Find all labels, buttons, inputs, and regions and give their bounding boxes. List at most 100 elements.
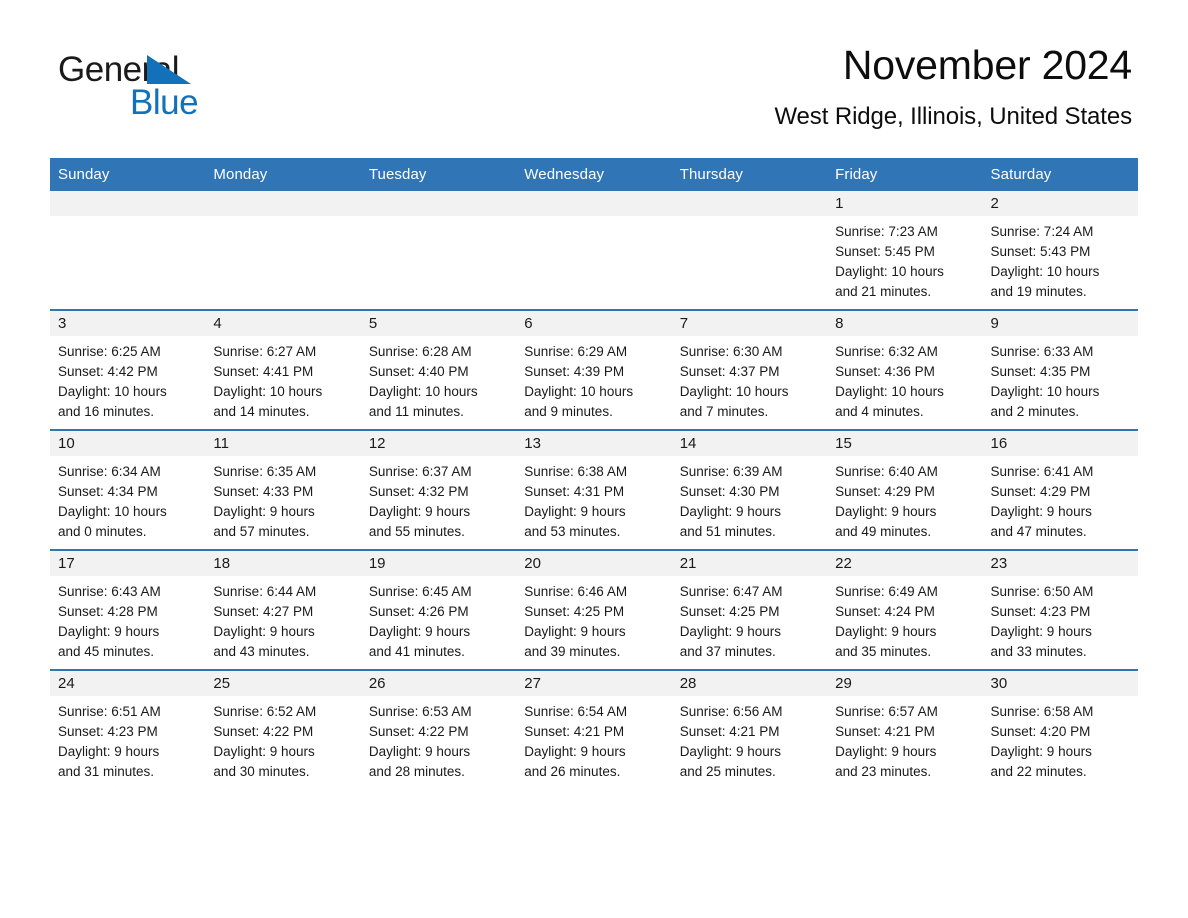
calendar-cell-day-1[interactable]: 1 Sunrise: 7:23 AM Sunset: 5:45 PM Daylight… (827, 191, 983, 310)
day-detail: Sunrise: 6:47 AM Sunset: 4:25 PM Daylight:… (672, 576, 827, 662)
sunset-text: Sunset: 4:21 PM (835, 724, 935, 739)
day-number: 17 (50, 551, 206, 576)
logo-triangle-icon (147, 55, 191, 84)
daylight-text-line2: and 9 minutes. (524, 404, 613, 419)
day-number: 1 (827, 191, 983, 216)
sunrise-text: Sunrise: 6:39 AM (679, 464, 783, 479)
daylight-text-line2: and 53 minutes. (524, 524, 621, 539)
calendar-cell-day-9[interactable]: 9 Sunrise: 6:33 AM Sunset: 4:35 PM Daylight… (982, 309, 1138, 430)
calendar-cell-day-3[interactable]: 3 Sunrise: 6:25 AM Sunset: 4:42 PM Daylight… (50, 309, 206, 430)
day-cell: 7 Sunrise: 6:30 AM Sunset: 4:37 PM Daylight… (671, 311, 828, 429)
day-cell: 26 Sunrise: 6:53 AM Sunset: 4:22 PM Dayligh… (360, 671, 517, 789)
calendar-cell-day-21[interactable]: 21 Sunrise: 6:47 AM Sunset: 4:25 PM Dayligh… (671, 549, 828, 670)
day-detail: Sunrise: 6:46 AM Sunset: 4:25 PM Daylight:… (516, 576, 671, 662)
calendar-cell-day-12[interactable]: 12 Sunrise: 6:37 AM Sunset: 4:32 PM Dayligh… (360, 429, 517, 550)
day-detail: Sunrise: 6:49 AM Sunset: 4:24 PM Daylight:… (827, 576, 982, 662)
day-number (50, 191, 206, 216)
calendar-cell-day-26[interactable]: 26 Sunrise: 6:53 AM Sunset: 4:22 PM Dayligh… (360, 669, 517, 789)
calendar-cell-day-6[interactable]: 6 Sunrise: 6:29 AM Sunset: 4:39 PM Daylight… (516, 309, 672, 430)
calendar-cell-day-19[interactable]: 19 Sunrise: 6:45 AM Sunset: 4:26 PM Dayligh… (360, 549, 517, 670)
day-detail: Sunrise: 6:29 AM Sunset: 4:39 PM Daylight:… (516, 336, 671, 422)
day-number: 8 (827, 311, 983, 336)
daylight-text-line1: Daylight: 9 hours (368, 504, 471, 519)
sunrise-text: Sunrise: 6:53 AM (368, 704, 472, 719)
day-number: 21 (671, 551, 828, 576)
calendar-cell-day-16[interactable]: 16 Sunrise: 6:41 AM Sunset: 4:29 PM Dayligh… (982, 429, 1138, 550)
day-detail: Sunrise: 6:54 AM Sunset: 4:21 PM Daylight:… (516, 696, 671, 782)
day-detail: Sunrise: 6:40 AM Sunset: 4:29 PM Daylight:… (827, 456, 982, 542)
day-number: 15 (827, 431, 983, 456)
daylight-text-line2: and 7 minutes. (679, 404, 769, 419)
calendar-cell-day-28[interactable]: 28 Sunrise: 6:56 AM Sunset: 4:21 PM Dayligh… (671, 669, 828, 789)
daylight-text-line1: Daylight: 9 hours (835, 624, 937, 639)
daylight-text-line2: and 4 minutes. (835, 404, 924, 419)
day-cell: 13 Sunrise: 6:38 AM Sunset: 4:31 PM Dayligh… (516, 431, 672, 549)
day-number: 2 (982, 191, 1138, 216)
day-number (205, 191, 361, 216)
daylight-text-line2: and 33 minutes. (990, 644, 1087, 659)
calendar-cell-day-27[interactable]: 27 Sunrise: 6:54 AM Sunset: 4:21 PM Dayligh… (516, 669, 672, 789)
sunset-text: Sunset: 4:32 PM (368, 484, 469, 499)
day-cell: 25 Sunrise: 6:52 AM Sunset: 4:22 PM Dayligh… (205, 671, 361, 789)
calendar-cell-day-14[interactable]: 14 Sunrise: 6:39 AM Sunset: 4:30 PM Dayligh… (671, 429, 828, 550)
calendar-cell-day-23[interactable]: 23 Sunrise: 6:50 AM Sunset: 4:23 PM Dayligh… (982, 549, 1138, 670)
day-detail: Sunrise: 6:44 AM Sunset: 4:27 PM Daylight:… (205, 576, 360, 662)
day-number: 30 (982, 671, 1138, 696)
calendar-cell-day-17[interactable]: 17 Sunrise: 6:43 AM Sunset: 4:28 PM Dayligh… (50, 549, 206, 670)
day-number: 3 (50, 311, 206, 336)
day-number: 27 (516, 671, 672, 696)
sunrise-text: Sunrise: 6:49 AM (835, 584, 938, 599)
sunrise-text: Sunrise: 6:43 AM (58, 584, 161, 599)
sunset-text: Sunset: 4:21 PM (524, 724, 625, 739)
weekday-header-thursday: Thursday (671, 158, 828, 191)
sunset-text: Sunset: 4:39 PM (524, 364, 625, 379)
sunset-text: Sunset: 4:35 PM (990, 364, 1091, 379)
day-cell: 30 Sunrise: 6:58 AM Sunset: 4:20 PM Dayligh… (982, 671, 1138, 789)
day-detail: Sunrise: 6:39 AM Sunset: 4:30 PM Daylight:… (672, 456, 827, 542)
calendar-cell-day-30[interactable]: 30 Sunrise: 6:58 AM Sunset: 4:20 PM Dayligh… (982, 669, 1138, 789)
day-number: 12 (360, 431, 517, 456)
calendar-cell-day-25[interactable]: 25 Sunrise: 6:52 AM Sunset: 4:22 PM Dayligh… (205, 669, 361, 789)
calendar-cell-day-11[interactable]: 11 Sunrise: 6:35 AM Sunset: 4:33 PM Dayligh… (205, 429, 361, 550)
daylight-text-line1: Daylight: 9 hours (524, 624, 626, 639)
sunset-text: Sunset: 4:20 PM (990, 724, 1091, 739)
sunrise-text: Sunrise: 6:52 AM (213, 704, 317, 719)
calendar-cell-day-18[interactable]: 18 Sunrise: 6:44 AM Sunset: 4:27 PM Dayligh… (205, 549, 361, 670)
day-cell: 21 Sunrise: 6:47 AM Sunset: 4:25 PM Dayligh… (671, 551, 828, 669)
day-number (360, 191, 517, 216)
calendar-cell-day-4[interactable]: 4 Sunrise: 6:27 AM Sunset: 4:41 PM Daylight… (205, 309, 361, 430)
calendar-cell-day-24[interactable]: 24 Sunrise: 6:51 AM Sunset: 4:23 PM Dayligh… (50, 669, 206, 789)
day-number: 9 (982, 311, 1138, 336)
calendar-cell-day-7[interactable]: 7 Sunrise: 6:30 AM Sunset: 4:37 PM Daylight… (671, 309, 828, 430)
calendar-cell-day-10[interactable]: 10 Sunrise: 6:34 AM Sunset: 4:34 PM Dayligh… (50, 429, 206, 550)
daylight-text-line1: Daylight: 9 hours (213, 744, 315, 759)
calendar-cell-day-20[interactable]: 20 Sunrise: 6:46 AM Sunset: 4:25 PM Dayligh… (516, 549, 672, 670)
sunset-text: Sunset: 4:25 PM (524, 604, 625, 619)
day-detail: Sunrise: 6:32 AM Sunset: 4:36 PM Daylight:… (827, 336, 982, 422)
page-header: General Blue November 2024 West Ridge, I… (0, 0, 1188, 130)
calendar-cell-day-5[interactable]: 5 Sunrise: 6:28 AM Sunset: 4:40 PM Daylight… (360, 309, 517, 430)
day-detail: Sunrise: 6:45 AM Sunset: 4:26 PM Daylight:… (361, 576, 516, 662)
daylight-text-line1: Daylight: 9 hours (679, 504, 781, 519)
sunrise-text: Sunrise: 6:44 AM (213, 584, 317, 599)
day-cell (671, 191, 828, 309)
calendar-cell-day-15[interactable]: 15 Sunrise: 6:40 AM Sunset: 4:29 PM Dayligh… (827, 429, 983, 550)
day-number (671, 191, 828, 216)
sunrise-text: Sunrise: 6:51 AM (58, 704, 161, 719)
day-number: 19 (360, 551, 517, 576)
calendar-cell-day-29[interactable]: 29 Sunrise: 6:57 AM Sunset: 4:21 PM Dayligh… (827, 669, 983, 789)
calendar-cell-day-13[interactable]: 13 Sunrise: 6:38 AM Sunset: 4:31 PM Dayligh… (516, 429, 672, 550)
daylight-text-line2: and 49 minutes. (835, 524, 932, 539)
sunset-text: Sunset: 4:22 PM (213, 724, 314, 739)
calendar-cell-day-22[interactable]: 22 Sunrise: 6:49 AM Sunset: 4:24 PM Dayligh… (827, 549, 983, 670)
sunset-text: Sunset: 5:45 PM (835, 244, 935, 259)
day-cell: 20 Sunrise: 6:46 AM Sunset: 4:25 PM Dayligh… (516, 551, 672, 669)
calendar-cell-day-2[interactable]: 2 Sunrise: 7:24 AM Sunset: 5:43 PM Daylight… (982, 191, 1138, 310)
calendar-week-row: 17 Sunrise: 6:43 AM Sunset: 4:28 PM Dayligh… (50, 549, 1138, 670)
daylight-text-line1: Daylight: 9 hours (990, 624, 1092, 639)
sunset-text: Sunset: 4:37 PM (679, 364, 780, 379)
day-number: 14 (671, 431, 828, 456)
day-detail: Sunrise: 6:38 AM Sunset: 4:31 PM Daylight:… (516, 456, 671, 542)
day-number: 28 (671, 671, 828, 696)
calendar-cell-day-8[interactable]: 8 Sunrise: 6:32 AM Sunset: 4:36 PM Daylight… (827, 309, 983, 430)
